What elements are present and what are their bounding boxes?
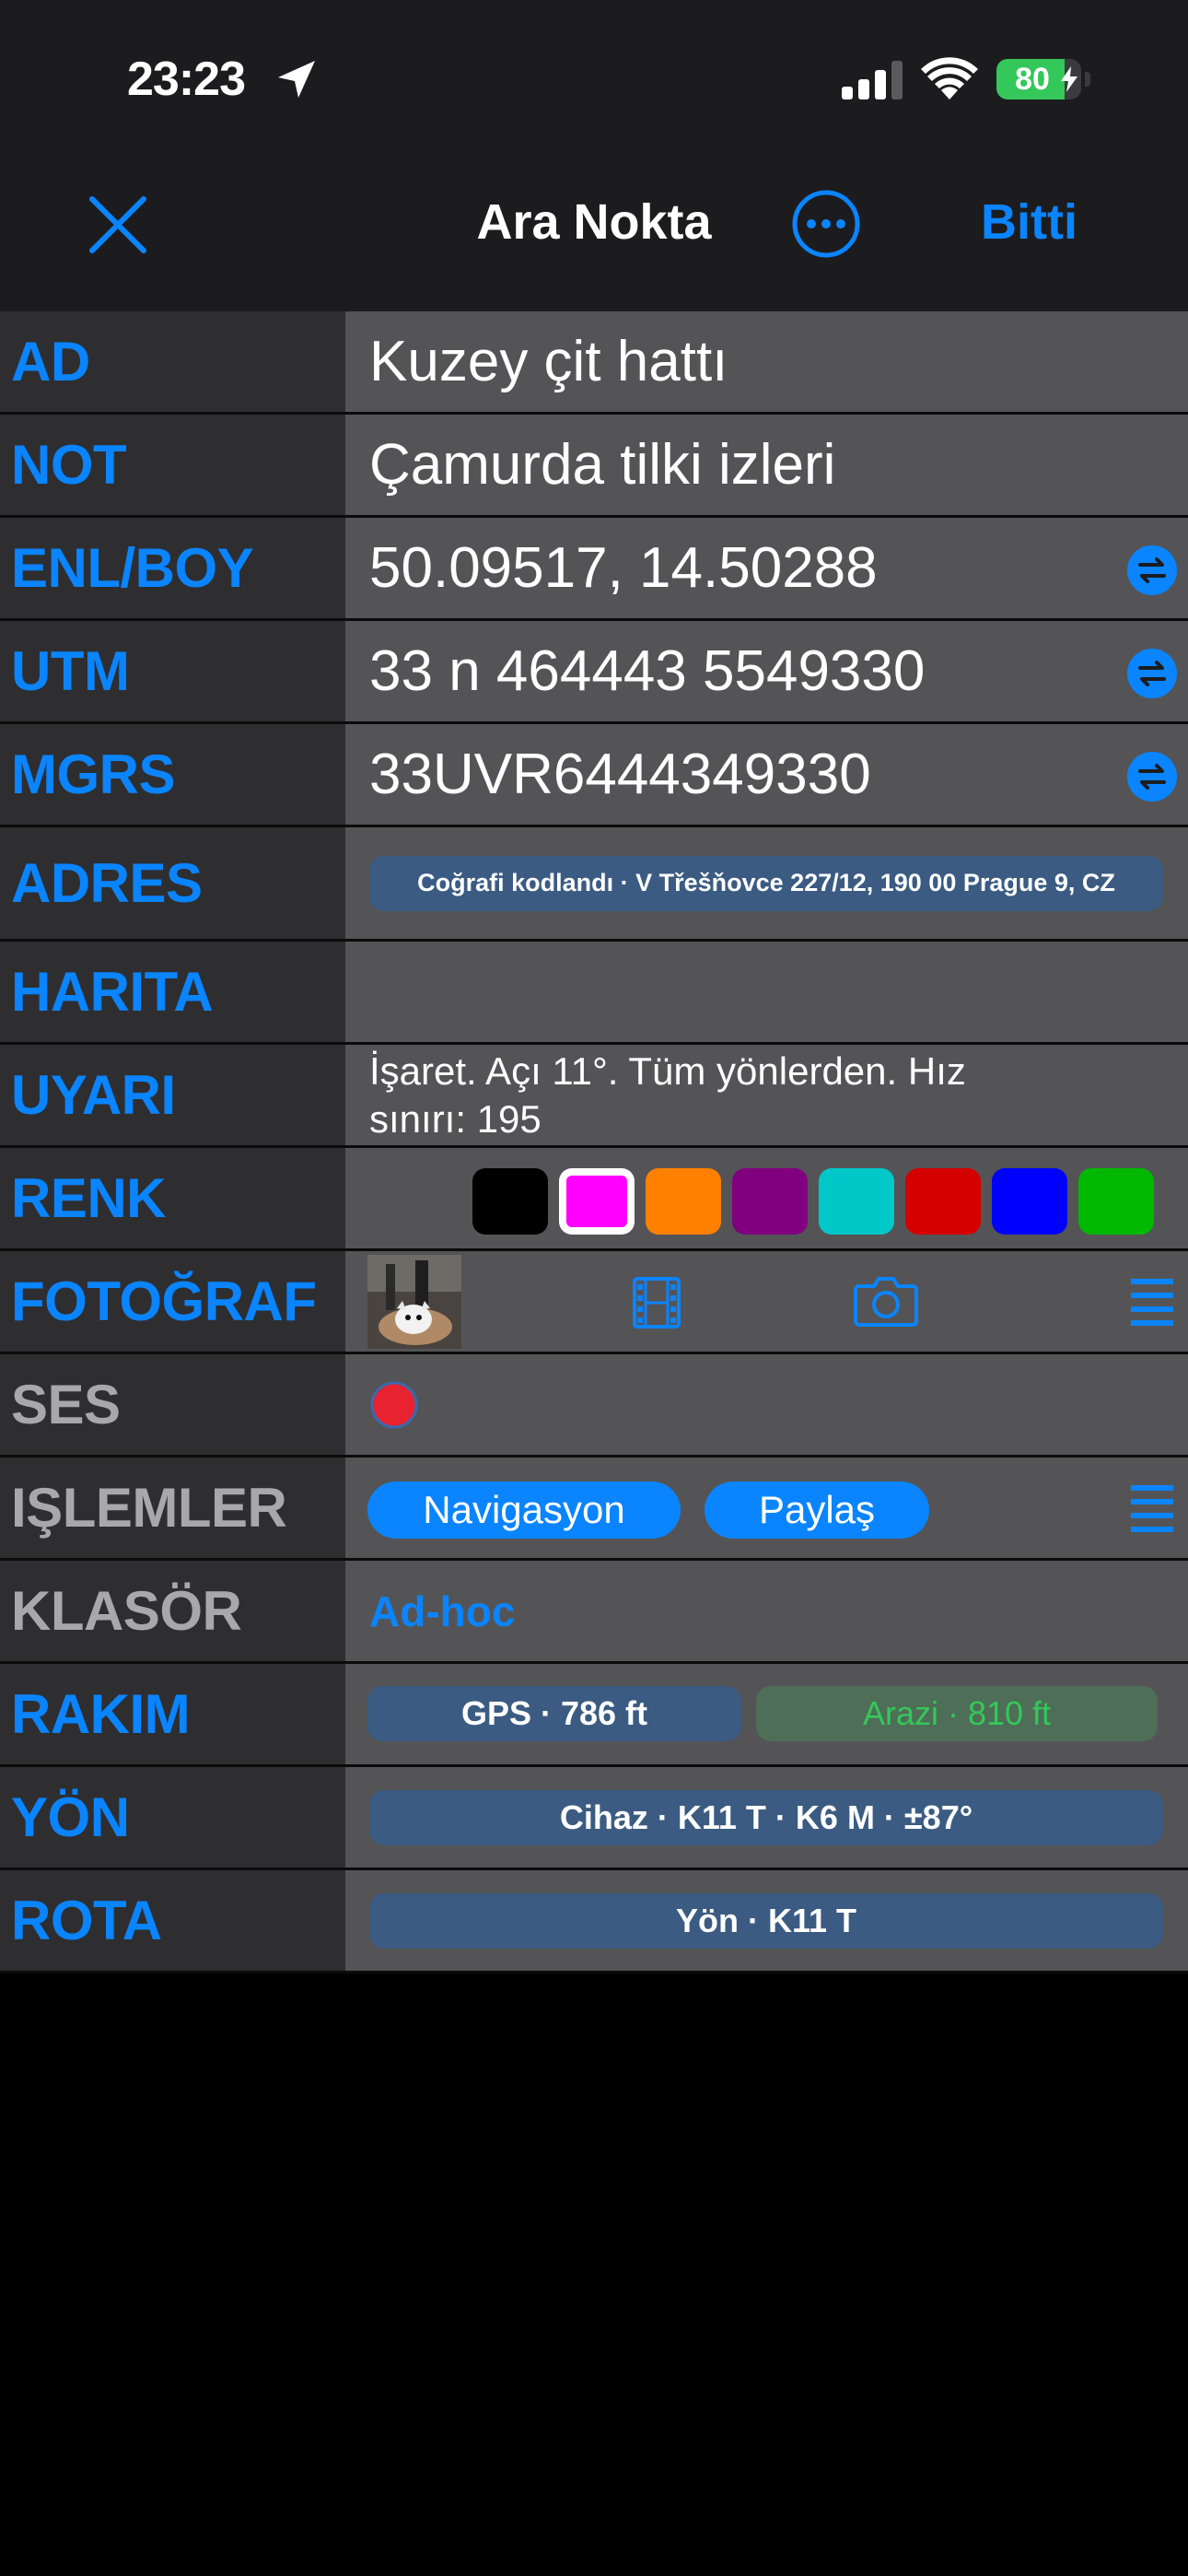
location-arrow-icon [278, 61, 315, 98]
row-islemler: IŞLEMLER Navigasyon Paylaş [0, 1458, 1188, 1561]
done-button[interactable]: Bitti [981, 193, 1077, 251]
swap-icon[interactable] [1127, 752, 1177, 802]
name-field[interactable]: Kuzey çit hattı [345, 311, 1188, 412]
list-icon[interactable] [1131, 1277, 1173, 1327]
row-mgrs: MGRS 33UVR6444349330 [0, 724, 1188, 827]
row-fotograf: FOTOĞRAF [0, 1251, 1188, 1354]
ellipsis-circle-icon[interactable] [790, 188, 862, 260]
latlon-value: 50.09517, 14.50288 [369, 536, 878, 600]
record-icon[interactable] [369, 1380, 419, 1430]
row-label: SES [0, 1354, 345, 1455]
row-label: IŞLEMLER [0, 1458, 345, 1558]
row-ad: AD Kuzey çit hattı [0, 311, 1188, 415]
color-swatch[interactable] [646, 1168, 721, 1235]
altitude-field: GPS · 786 ft Arazi · 810 ft [345, 1664, 1188, 1764]
row-utm: UTM 33 n 464443 5549330 [0, 621, 1188, 724]
alert-field[interactable]: İşaret. Açı 11°. Tüm yönlerden. Hız sını… [345, 1045, 1188, 1145]
map-field[interactable] [345, 942, 1188, 1042]
terrain-altitude-pill[interactable]: Arazi · 810 ft [756, 1686, 1158, 1741]
row-label: ENL/BOY [0, 518, 345, 618]
navigation-button[interactable]: Navigasyon [367, 1481, 681, 1539]
row-label: ADRES [0, 827, 345, 939]
row-ses: SES [0, 1354, 1188, 1458]
heading-field: Cihaz · K11 T · K6 M · ±87° [345, 1767, 1188, 1868]
wifi-icon [921, 57, 978, 100]
row-label: ROTA [0, 1870, 345, 1971]
row-label: FOTOĞRAF [0, 1251, 345, 1352]
list-icon[interactable] [1131, 1483, 1173, 1533]
row-label: NOT [0, 415, 345, 515]
row-enlboy: ENL/BOY 50.09517, 14.50288 [0, 518, 1188, 621]
status-time: 23:23 [127, 53, 246, 106]
utm-value: 33 n 464443 5549330 [369, 639, 926, 703]
actions-field: Navigasyon Paylaş [345, 1458, 1188, 1558]
row-label: UTM [0, 621, 345, 721]
audio-field [345, 1354, 1188, 1455]
top-bar: 23:23 80 Ara Nokta Bitti [0, 0, 1188, 311]
row-label: KLASÖR [0, 1561, 345, 1661]
row-yon: YÖN Cihaz · K11 T · K6 M · ±87° [0, 1767, 1188, 1870]
close-icon[interactable] [85, 192, 151, 258]
note-field[interactable]: Çamurda tilki izleri [345, 415, 1188, 515]
utm-field[interactable]: 33 n 464443 5549330 [345, 621, 1188, 721]
course-field: Yön · K11 T [345, 1870, 1188, 1971]
row-uyari: UYARI İşaret. Açı 11°. Tüm yönlerden. Hı… [0, 1045, 1188, 1148]
row-not: NOT Çamurda tilki izleri [0, 415, 1188, 518]
row-label: AD [0, 311, 345, 412]
row-label: MGRS [0, 724, 345, 825]
page-title: Ara Nokta [476, 194, 712, 250]
battery-indicator: 80 [996, 59, 1081, 100]
photo-field [345, 1251, 1188, 1352]
course-pill[interactable]: Yön · K11 T [369, 1892, 1163, 1949]
color-swatch[interactable] [732, 1168, 808, 1235]
address-pill[interactable]: Coğrafi kodlandı · V Třešňovce 227/12, 1… [369, 855, 1163, 911]
share-button[interactable]: Paylaş [705, 1481, 929, 1539]
latlon-field[interactable]: 50.09517, 14.50288 [345, 518, 1188, 618]
row-adres: ADRES Coğrafi kodlandı · V Třešňovce 227… [0, 827, 1188, 942]
color-swatch[interactable] [992, 1168, 1067, 1235]
camera-icon[interactable] [854, 1275, 918, 1327]
color-swatch[interactable] [819, 1168, 894, 1235]
charging-bolt-icon [1061, 66, 1077, 92]
row-renk: RENK [0, 1148, 1188, 1251]
row-rota: ROTA Yön · K11 T [0, 1870, 1188, 1973]
swap-icon[interactable] [1127, 649, 1177, 698]
row-klasor: KLASÖR Ad-hoc [0, 1561, 1188, 1664]
mgrs-value: 33UVR6444349330 [369, 743, 871, 806]
color-swatch-selected[interactable] [559, 1168, 635, 1235]
alert-line-2: sınırı: 195 [369, 1096, 542, 1141]
row-label: HARITA [0, 942, 345, 1042]
row-harita: HARITA [0, 942, 1188, 1045]
folder-field[interactable]: Ad-hoc [345, 1561, 1188, 1661]
row-label: RENK [0, 1148, 345, 1248]
mgrs-field[interactable]: 33UVR6444349330 [345, 724, 1188, 825]
waypoint-table: AD Kuzey çit hattı NOT Çamurda tilki izl… [0, 311, 1188, 1973]
row-label: UYARI [0, 1045, 345, 1145]
color-picker [345, 1148, 1188, 1248]
swap-icon[interactable] [1127, 545, 1177, 595]
color-swatch[interactable] [905, 1168, 981, 1235]
battery-tip [1085, 72, 1090, 87]
heading-pill[interactable]: Cihaz · K11 T · K6 M · ±87° [369, 1789, 1163, 1845]
battery-percent: 80 [1015, 61, 1050, 97]
alert-line-1: İşaret. Açı 11°. Tüm yönlerden. Hız [369, 1048, 966, 1093]
film-icon[interactable] [631, 1277, 682, 1329]
color-swatch[interactable] [1078, 1168, 1154, 1235]
row-label: YÖN [0, 1767, 345, 1868]
row-rakim: RAKIM GPS · 786 ft Arazi · 810 ft [0, 1664, 1188, 1767]
row-label: RAKIM [0, 1664, 345, 1764]
cellular-signal-icon [842, 61, 903, 100]
gps-altitude-pill[interactable]: GPS · 786 ft [367, 1686, 741, 1741]
photo-thumbnail[interactable] [367, 1255, 461, 1349]
color-swatch[interactable] [472, 1168, 548, 1235]
address-field: Coğrafi kodlandı · V Třešňovce 227/12, 1… [345, 827, 1188, 939]
